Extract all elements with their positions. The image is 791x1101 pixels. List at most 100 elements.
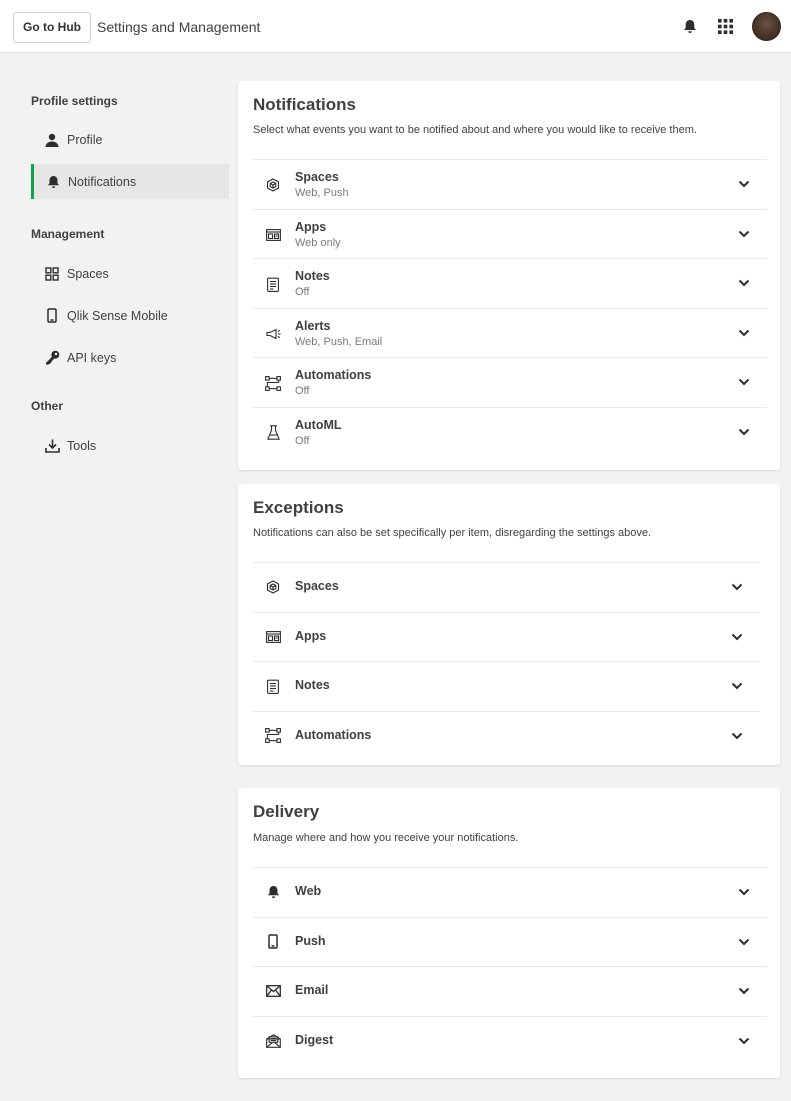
- chevron-down-icon[interactable]: [737, 326, 751, 340]
- sidebar-item-label: Qlik Sense Mobile: [67, 308, 168, 323]
- spaces-icon: [44, 266, 60, 282]
- delivery-card: Delivery Manage where and how you receiv…: [238, 788, 780, 1078]
- sidebar-item-profile[interactable]: Profile: [31, 122, 229, 157]
- automations-icon: [265, 728, 281, 744]
- bell-icon: [45, 174, 61, 190]
- delivery-row-digest[interactable]: Digest: [253, 1015, 767, 1066]
- sidebar-item-tools[interactable]: Tools: [31, 428, 229, 463]
- row-label: Push: [295, 933, 326, 948]
- exceptions-card: Exceptions Notifications can also be set…: [238, 484, 780, 765]
- notification-row-alerts[interactable]: Alerts Web, Push, Email: [253, 307, 767, 358]
- notification-row-spaces[interactable]: Spaces Web, Push: [253, 159, 767, 209]
- row-label: Automations: [295, 727, 372, 742]
- sidebar-item-qlik-sense-mobile[interactable]: Qlik Sense Mobile: [31, 298, 229, 333]
- chevron-down-icon[interactable]: [737, 935, 751, 949]
- card-description: Manage where and how you receive your no…: [253, 832, 519, 844]
- notification-row-notes[interactable]: Notes Off: [253, 258, 767, 308]
- avatar[interactable]: [752, 12, 781, 41]
- row-label: Apps: [295, 628, 327, 643]
- chevron-down-icon[interactable]: [737, 984, 751, 998]
- page-title: Settings and Management: [97, 19, 261, 35]
- sidebar-item-label: Notifications: [68, 174, 137, 189]
- chevron-down-icon[interactable]: [737, 276, 751, 290]
- delivery-list: Web Push Email Digest: [253, 867, 767, 1065]
- row-value: Web, Push: [295, 187, 349, 199]
- megaphone-icon: [265, 326, 281, 342]
- row-label: Email: [295, 983, 329, 997]
- apps-icon: [265, 227, 281, 243]
- chevron-down-icon[interactable]: [730, 630, 744, 644]
- exception-row-spaces[interactable]: Spaces: [253, 562, 760, 612]
- exception-row-apps[interactable]: Apps: [253, 611, 760, 662]
- chevron-down-icon[interactable]: [737, 375, 751, 389]
- chevron-down-icon[interactable]: [730, 729, 744, 743]
- sidebar-item-notifications[interactable]: Notifications: [31, 164, 229, 199]
- delivery-row-email[interactable]: Email: [253, 966, 767, 1016]
- row-label: Web: [295, 884, 322, 898]
- row-label: Spaces: [295, 579, 339, 593]
- envelope-icon: [265, 983, 281, 999]
- delivery-row-push[interactable]: Push: [253, 916, 767, 967]
- spaces-cube-icon: [265, 177, 281, 193]
- notification-row-automations[interactable]: Automations Off: [253, 357, 767, 407]
- notifications-card: Notifications Select what events you wan…: [238, 81, 780, 470]
- chevron-down-icon[interactable]: [737, 425, 751, 439]
- row-value: Off: [295, 385, 310, 397]
- sidebar-item-label: Profile: [67, 132, 103, 147]
- row-value: Web, Push, Email: [295, 335, 383, 348]
- row-value: Off: [295, 286, 310, 298]
- download-icon: [44, 438, 60, 454]
- notes-icon: [265, 678, 281, 694]
- row-label: AutoML: [295, 417, 342, 432]
- exception-row-automations[interactable]: Automations: [253, 710, 760, 761]
- go-to-hub-button[interactable]: Go to Hub: [13, 12, 91, 43]
- apps-icon: [265, 629, 281, 645]
- card-title: Exceptions: [253, 498, 344, 517]
- delivery-row-web[interactable]: Web: [253, 867, 767, 917]
- notification-row-apps[interactable]: Apps Web only: [253, 208, 767, 259]
- exceptions-list: Spaces Apps Notes Automations: [253, 562, 760, 760]
- person-icon: [44, 132, 60, 148]
- row-label: Automations: [295, 368, 372, 382]
- grid-menu-icon[interactable]: [716, 17, 734, 35]
- bell-icon: [265, 884, 281, 900]
- sidebar-item-label: Spaces: [67, 266, 109, 281]
- notification-row-automl[interactable]: AutoML Off: [253, 406, 767, 457]
- chevron-down-icon[interactable]: [737, 885, 751, 899]
- sidebar-item-api-keys[interactable]: API keys: [31, 340, 229, 375]
- row-label: Notes: [295, 269, 330, 283]
- exception-row-notes[interactable]: Notes: [253, 661, 760, 711]
- key-icon: [44, 350, 60, 366]
- card-description: Notifications can also be set specifical…: [253, 527, 652, 539]
- notes-icon: [265, 276, 281, 292]
- notification-settings-list: Spaces Web, Push Apps Web only Notes Off…: [253, 159, 767, 456]
- row-label: Digest: [295, 1032, 334, 1047]
- digest-envelope-icon: [265, 1033, 281, 1049]
- row-value: Web only: [295, 236, 341, 249]
- card-title: Delivery: [253, 802, 320, 821]
- sidebar-item-spaces[interactable]: Spaces: [31, 256, 229, 291]
- section-title-profile-settings: Profile settings: [31, 94, 118, 108]
- row-label: Alerts: [295, 318, 331, 333]
- flask-icon: [265, 425, 281, 441]
- chevron-down-icon[interactable]: [737, 227, 751, 241]
- mobile-icon: [44, 308, 60, 324]
- chevron-down-icon[interactable]: [737, 1034, 751, 1048]
- sidebar-item-label: API keys: [67, 350, 117, 365]
- section-title-management: Management: [31, 227, 105, 241]
- card-description: Select what events you want to be notifi…: [253, 124, 697, 136]
- mobile-icon: [265, 934, 281, 950]
- card-title: Notifications: [253, 95, 356, 114]
- chevron-down-icon[interactable]: [730, 580, 744, 594]
- bell-icon[interactable]: [681, 17, 699, 35]
- chevron-down-icon[interactable]: [737, 177, 751, 191]
- row-label: Notes: [295, 678, 330, 692]
- automations-icon: [265, 375, 281, 391]
- sidebar-item-label: Tools: [67, 438, 97, 453]
- row-label: Spaces: [295, 170, 339, 184]
- chevron-down-icon[interactable]: [730, 679, 744, 693]
- section-title-other: Other: [31, 399, 64, 413]
- row-label: Apps: [295, 219, 327, 234]
- spaces-cube-icon: [265, 579, 281, 595]
- row-value: Off: [295, 434, 310, 447]
